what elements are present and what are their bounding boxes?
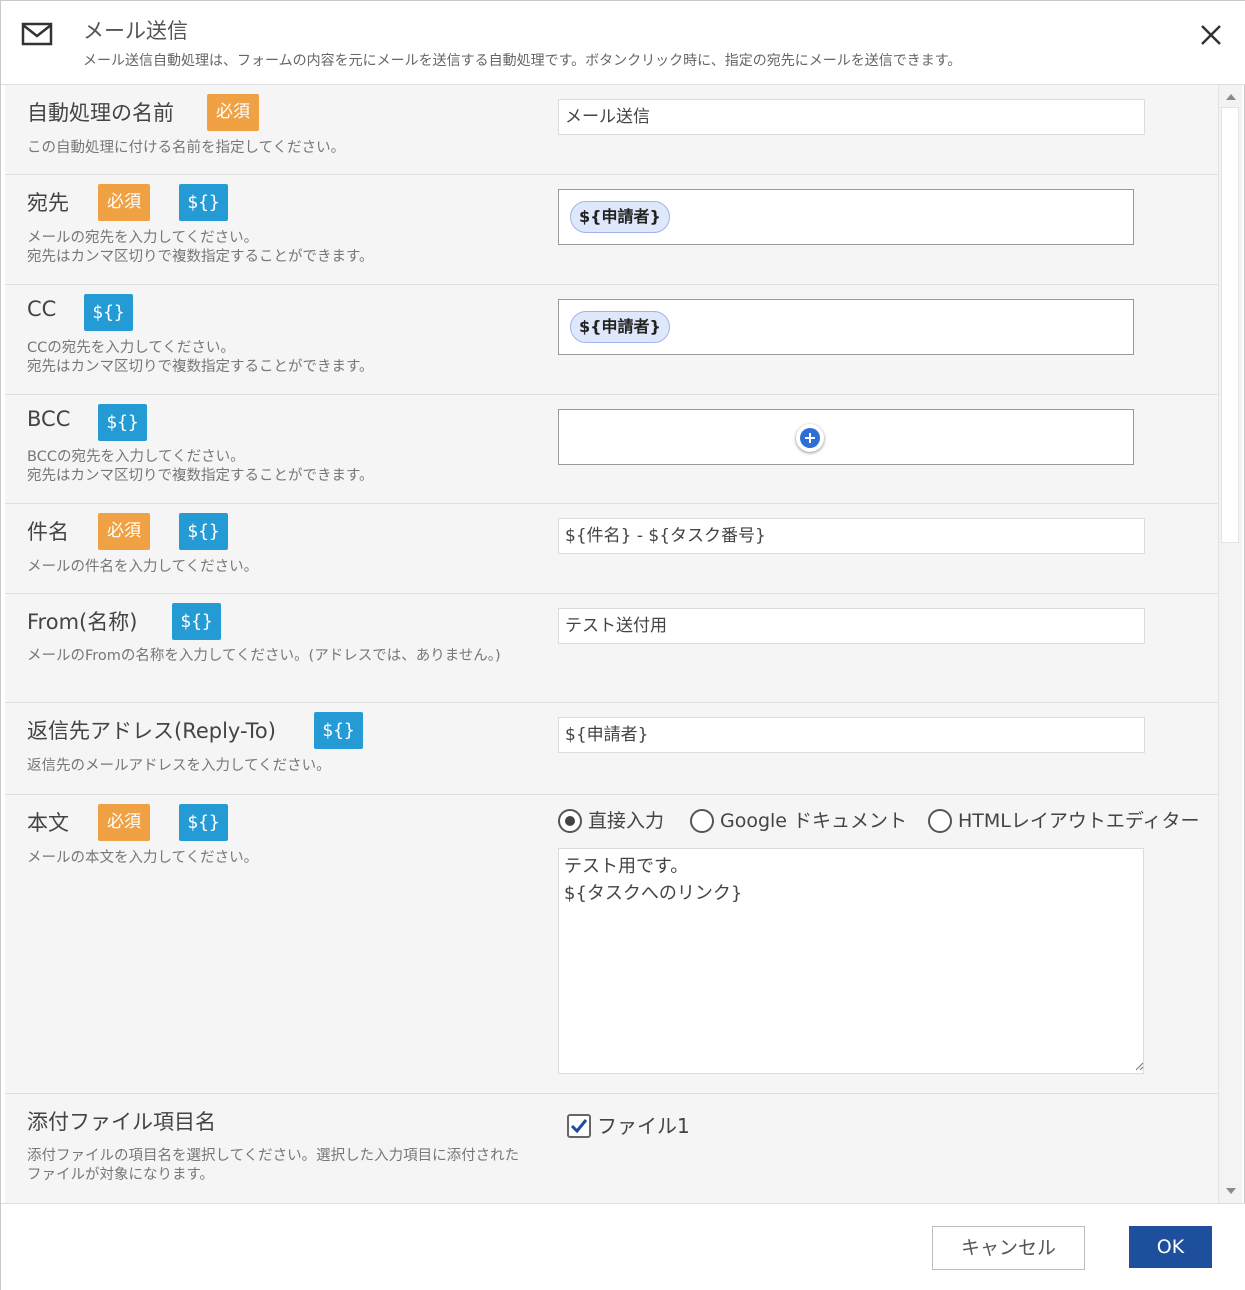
form-body[interactable]: 自動処理の名前 必須 この自動処理に付ける名前を指定してください。 メール送信 … <box>5 85 1218 1203</box>
attachment-label: 添付ファイル項目名 <box>27 1110 216 1134</box>
scroll-up-icon[interactable] <box>1226 94 1236 100</box>
from-name-input[interactable]: テスト送付用 <box>558 608 1145 644</box>
variable-button[interactable]: ${} <box>172 603 221 640</box>
name-label: 自動処理の名前 <box>27 101 174 125</box>
bcc-help-line2: 宛先はカンマ区切りで複数指定することができます。 <box>27 468 374 484</box>
cc-chip[interactable]: ${申請者} <box>570 311 670 343</box>
scroll-down-icon[interactable] <box>1226 1188 1236 1194</box>
radio-label: Google ドキュメント <box>720 810 908 832</box>
row-attachment: 添付ファイル項目名 添付ファイルの項目名を選択してください。選択した入力項目に添… <box>5 1094 1218 1203</box>
add-recipient-button[interactable] <box>796 424 824 452</box>
row-name: 自動処理の名前 必須 この自動処理に付ける名前を指定してください。 メール送信 <box>5 85 1218 175</box>
variable-button[interactable]: ${} <box>84 294 133 331</box>
required-badge: 必須 <box>207 94 259 131</box>
subject-label: 件名 <box>27 520 69 544</box>
variable-button[interactable]: ${} <box>314 712 363 749</box>
row-cc: CC ${} CCの宛先を入力してください。 宛先はカンマ区切りで複数指定するこ… <box>5 285 1218 395</box>
bcc-help: BCCの宛先を入力してください。 宛先はカンマ区切りで複数指定することができます… <box>27 448 522 486</box>
name-input[interactable]: メール送信 <box>558 99 1145 135</box>
mail-send-dialog: メール送信 メール送信自動処理は、フォームの内容を元にメールを送信する自動処理で… <box>0 0 1245 1290</box>
subject-help: メールの件名を入力してください。 <box>27 559 259 575</box>
to-label: 宛先 <box>27 191 69 215</box>
dialog-title: メール送信 <box>83 19 188 43</box>
dialog-header: メール送信 メール送信自動処理は、フォームの内容を元にメールを送信する自動処理で… <box>1 1 1245 85</box>
row-body: 本文 必須 ${} メールの本文を入力してください。 直接入力 Google ド… <box>5 795 1218 1094</box>
scrollbar[interactable] <box>1218 85 1242 1203</box>
cc-help-line1: CCの宛先を入力してください。 <box>27 340 235 356</box>
body-help: メールの本文を入力してください。 <box>27 850 259 866</box>
reply-to-input[interactable]: ${申請者} <box>558 717 1145 753</box>
to-token-input[interactable]: ${申請者} <box>558 189 1134 245</box>
radio-checked-icon <box>558 809 582 833</box>
cc-help-line2: 宛先はカンマ区切りで複数指定することができます。 <box>27 359 374 375</box>
radio-unchecked-icon <box>690 809 714 833</box>
required-badge: 必須 <box>98 804 150 841</box>
dialog-footer: キャンセル OK <box>1 1203 1245 1290</box>
row-subject: 件名 必須 ${} メールの件名を入力してください。 ${件名} - ${タスク… <box>5 504 1218 594</box>
reply-to-label: 返信先アドレス(Reply-To) <box>27 719 276 743</box>
resize-handle-icon[interactable] <box>1134 1061 1144 1071</box>
to-help: メールの宛先を入力してください。 宛先はカンマ区切りで複数指定することができます… <box>27 229 522 267</box>
attachment-help: 添付ファイルの項目名を選択してください。選択した入力項目に添付されたファイルが対… <box>27 1148 520 1183</box>
subject-input[interactable]: ${件名} - ${タスク番号} <box>558 518 1145 554</box>
variable-button[interactable]: ${} <box>179 184 228 221</box>
radio-unchecked-icon <box>928 809 952 833</box>
cc-token-input[interactable]: ${申請者} <box>558 299 1134 355</box>
cc-help: CCの宛先を入力してください。 宛先はカンマ区切りで複数指定することができます。 <box>27 339 522 377</box>
row-reply-to: 返信先アドレス(Reply-To) ${} 返信先のメールアドレスを入力してくだ… <box>5 703 1218 795</box>
body-label: 本文 <box>27 811 69 835</box>
close-icon[interactable] <box>1195 19 1227 51</box>
reply-to-help: 返信先のメールアドレスを入力してください。 <box>27 758 331 774</box>
variable-button[interactable]: ${} <box>179 804 228 841</box>
radio-html-layout-editor[interactable]: HTMLレイアウトエディター <box>928 808 1200 834</box>
to-help-line1: メールの宛先を入力してください。 <box>27 230 259 246</box>
cc-label: CC <box>27 297 57 321</box>
file1-label: ファイル1 <box>597 1114 690 1138</box>
row-from-name: From(名称) ${} メールのFromの名称を入力してください。(アドレスで… <box>5 594 1218 703</box>
radio-google-document[interactable]: Google ドキュメント <box>690 808 907 834</box>
mail-icon <box>21 22 53 46</box>
required-badge: 必須 <box>98 513 150 550</box>
to-chip[interactable]: ${申請者} <box>570 201 670 233</box>
check-icon <box>570 1119 588 1134</box>
ok-button[interactable]: OK <box>1129 1226 1212 1268</box>
from-name-help: メールのFromの名称を入力してください。(アドレスでは、ありません。) <box>27 648 501 664</box>
plus-circle-icon <box>800 428 820 448</box>
variable-button[interactable]: ${} <box>98 404 147 441</box>
bcc-label: BCC <box>27 407 71 431</box>
file1-checkbox[interactable] <box>567 1114 591 1138</box>
name-help: この自動処理に付ける名前を指定してください。 <box>27 140 346 156</box>
radio-label: 直接入力 <box>588 810 665 832</box>
row-bcc: BCC ${} BCCの宛先を入力してください。 宛先はカンマ区切りで複数指定す… <box>5 395 1218 504</box>
radio-label: HTMLレイアウトエディター <box>958 810 1200 832</box>
dialog-description: メール送信自動処理は、フォームの内容を元にメールを送信する自動処理です。ボタンク… <box>83 53 962 69</box>
row-to: 宛先 必須 ${} メールの宛先を入力してください。 宛先はカンマ区切りで複数指… <box>5 175 1218 285</box>
body-textarea[interactable]: テスト用です。 ${タスクへのリンク} <box>558 848 1144 1074</box>
to-help-line2: 宛先はカンマ区切りで複数指定することができます。 <box>27 249 374 265</box>
radio-direct-input[interactable]: 直接入力 <box>558 808 664 834</box>
from-name-label: From(名称) <box>27 610 138 634</box>
required-badge: 必須 <box>98 184 150 221</box>
scrollbar-thumb[interactable] <box>1221 107 1239 543</box>
bcc-token-input[interactable] <box>558 409 1134 465</box>
variable-button[interactable]: ${} <box>179 513 228 550</box>
bcc-help-line1: BCCの宛先を入力してください。 <box>27 449 245 465</box>
cancel-button[interactable]: キャンセル <box>932 1226 1085 1270</box>
